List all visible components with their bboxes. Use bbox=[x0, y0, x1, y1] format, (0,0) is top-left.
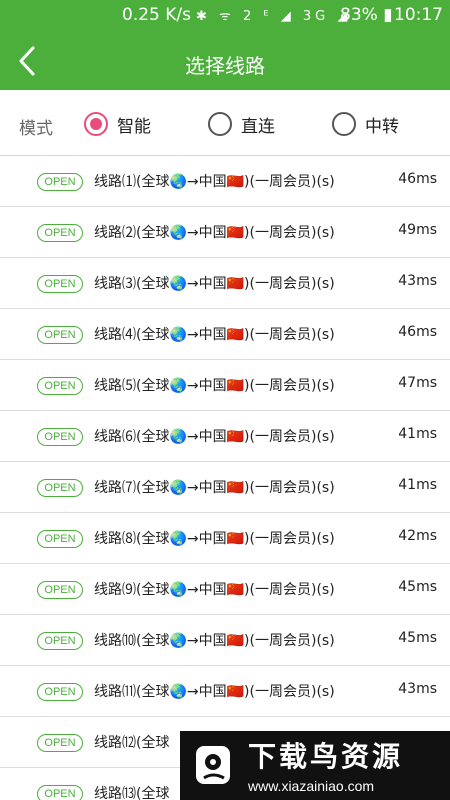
route-row[interactable]: OPEN 线路⑷(全球🌏→中国🇨🇳)(一周会员)(s) 46ms bbox=[0, 309, 450, 360]
watermark-url: www.xiazainiao.com bbox=[248, 778, 375, 794]
route-latency: 46ms bbox=[398, 324, 437, 340]
route-name: 线路⑶(全球🌏→中国🇨🇳)(一周会员)(s) bbox=[94, 276, 335, 292]
route-latency: 45ms bbox=[398, 579, 437, 595]
route-row[interactable]: OPEN 线路⑴(全球🌏→中国🇨🇳)(一周会员)(s) 46ms bbox=[0, 156, 450, 207]
mode-option-label: 智能 bbox=[117, 116, 151, 137]
open-badge: OPEN bbox=[37, 479, 83, 497]
mode-option-smart[interactable]: 智能 bbox=[84, 109, 151, 139]
open-badge: OPEN bbox=[37, 428, 83, 446]
route-latency: 42ms bbox=[398, 528, 437, 544]
watermark-banner: 下载鸟资源 www.xiazainiao.com bbox=[180, 731, 450, 800]
route-latency: 47ms bbox=[398, 375, 437, 391]
route-row[interactable]: OPEN 线路⑼(全球🌏→中国🇨🇳)(一周会员)(s) 45ms bbox=[0, 564, 450, 615]
mode-option-relay[interactable]: 中转 bbox=[332, 109, 399, 139]
mode-selector: 模式 智能 直连 中转 bbox=[0, 92, 450, 156]
status-bar: 0.25 K/s ✱ ᯤ 2 ᴱ ◢ 3G ◢ 83% ▮ 10:17 bbox=[0, 0, 450, 30]
open-badge: OPEN bbox=[37, 377, 83, 395]
route-name: 线路⑴(全球🌏→中国🇨🇳)(一周会员)(s) bbox=[94, 174, 335, 190]
route-latency: 43ms bbox=[398, 273, 437, 289]
radio-unchecked-icon[interactable] bbox=[332, 112, 356, 136]
route-name: 线路⒀(全球 bbox=[94, 786, 170, 800]
open-badge: OPEN bbox=[37, 632, 83, 650]
mode-option-label: 直连 bbox=[241, 116, 275, 137]
open-badge: OPEN bbox=[37, 275, 83, 293]
radio-checked-icon[interactable] bbox=[84, 112, 108, 136]
route-row[interactable]: OPEN 线路⑵(全球🌏→中国🇨🇳)(一周会员)(s) 49ms bbox=[0, 207, 450, 258]
open-badge: OPEN bbox=[37, 683, 83, 701]
route-row[interactable]: OPEN 线路⑺(全球🌏→中国🇨🇳)(一周会员)(s) 41ms bbox=[0, 462, 450, 513]
route-name: 线路⑻(全球🌏→中国🇨🇳)(一周会员)(s) bbox=[94, 531, 335, 547]
open-badge: OPEN bbox=[37, 530, 83, 548]
route-latency: 46ms bbox=[398, 171, 437, 187]
battery-indicator: 83% ▮ bbox=[340, 5, 393, 25]
watermark-title: 下载鸟资源 bbox=[248, 740, 404, 773]
mode-label: 模式 bbox=[19, 119, 53, 139]
route-row[interactable]: OPEN 线路⑻(全球🌏→中国🇨🇳)(一周会员)(s) 42ms bbox=[0, 513, 450, 564]
route-name: 线路⑿(全球 bbox=[94, 735, 170, 751]
app-header: 0.25 K/s ✱ ᯤ 2 ᴱ ◢ 3G ◢ 83% ▮ 10:17 选择线路 bbox=[0, 0, 450, 90]
open-badge: OPEN bbox=[37, 785, 83, 800]
page-title: 选择线路 bbox=[185, 54, 265, 78]
route-name: 线路⑷(全球🌏→中国🇨🇳)(一周会员)(s) bbox=[94, 327, 335, 343]
route-latency: 49ms bbox=[398, 222, 437, 238]
route-name: 线路⑽(全球🌏→中国🇨🇳)(一周会员)(s) bbox=[94, 633, 335, 649]
route-latency: 45ms bbox=[398, 630, 437, 646]
mode-option-label: 中转 bbox=[365, 116, 399, 137]
route-row[interactable]: OPEN 线路⑹(全球🌏→中国🇨🇳)(一周会员)(s) 41ms bbox=[0, 411, 450, 462]
open-badge: OPEN bbox=[37, 224, 83, 242]
clock: 10:17 bbox=[394, 5, 443, 25]
open-badge: OPEN bbox=[37, 326, 83, 344]
route-name: 线路⑾(全球🌏→中国🇨🇳)(一周会员)(s) bbox=[94, 684, 335, 700]
mode-option-direct[interactable]: 直连 bbox=[208, 109, 275, 139]
route-name: 线路⑸(全球🌏→中国🇨🇳)(一周会员)(s) bbox=[94, 378, 335, 394]
route-latency: 41ms bbox=[398, 477, 437, 493]
route-name: 线路⑵(全球🌏→中国🇨🇳)(一周会员)(s) bbox=[94, 225, 335, 241]
route-row[interactable]: OPEN 线路⑸(全球🌏→中国🇨🇳)(一周会员)(s) 47ms bbox=[0, 360, 450, 411]
route-name: 线路⑺(全球🌏→中国🇨🇳)(一周会员)(s) bbox=[94, 480, 335, 496]
status-icons: ✱ ᯤ 2 ᴱ ◢ 3G ◢ bbox=[196, 9, 352, 24]
route-row[interactable]: OPEN 线路⑾(全球🌏→中国🇨🇳)(一周会员)(s) 43ms bbox=[0, 666, 450, 717]
route-latency: 41ms bbox=[398, 426, 437, 442]
route-latency: 43ms bbox=[398, 681, 437, 697]
open-badge: OPEN bbox=[37, 581, 83, 599]
open-badge: OPEN bbox=[37, 734, 83, 752]
bird-logo-icon bbox=[196, 746, 230, 784]
route-row[interactable]: OPEN 线路⑽(全球🌏→中国🇨🇳)(一周会员)(s) 45ms bbox=[0, 615, 450, 666]
route-row[interactable]: OPEN 线路⑶(全球🌏→中国🇨🇳)(一周会员)(s) 43ms bbox=[0, 258, 450, 309]
open-badge: OPEN bbox=[37, 173, 83, 191]
radio-unchecked-icon[interactable] bbox=[208, 112, 232, 136]
network-speed: 0.25 K/s bbox=[122, 5, 191, 25]
route-name: 线路⑹(全球🌏→中国🇨🇳)(一周会员)(s) bbox=[94, 429, 335, 445]
route-name: 线路⑼(全球🌏→中国🇨🇳)(一周会员)(s) bbox=[94, 582, 335, 598]
route-list: OPEN 线路⑴(全球🌏→中国🇨🇳)(一周会员)(s) 46ms OPEN 线路… bbox=[0, 156, 450, 800]
